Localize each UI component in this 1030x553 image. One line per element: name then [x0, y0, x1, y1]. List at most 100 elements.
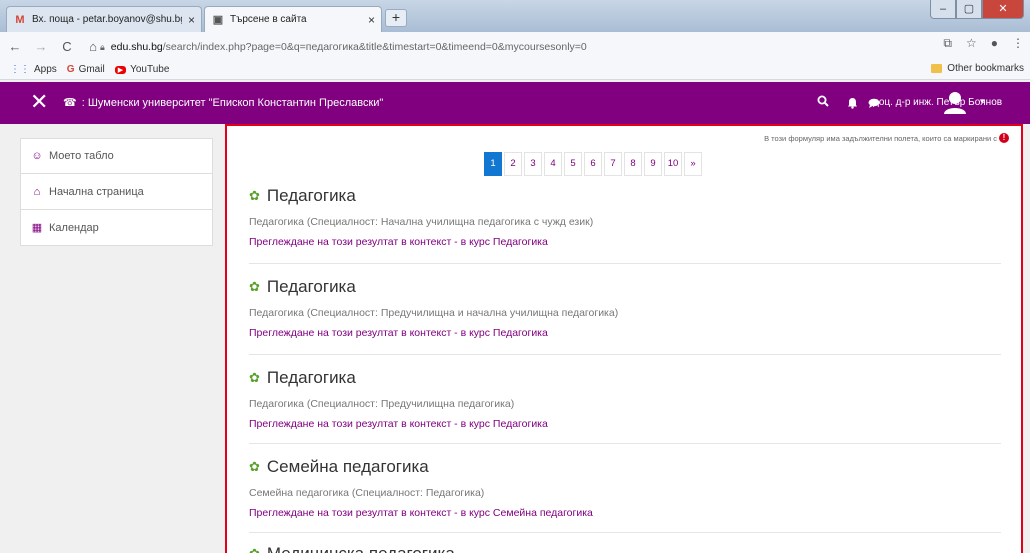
forward-icon[interactable]: → [30, 39, 52, 54]
page-link-6[interactable]: 6 [584, 152, 602, 176]
toolbar-actions: ⧉ ☆ ● ⋮ [943, 36, 1024, 51]
page-link-9[interactable]: 9 [644, 152, 662, 176]
address-bar[interactable]: 🔒︎ edu.shu.bg /search/index.php?page=0&q… [100, 37, 920, 57]
required-fields-notice: В този формуляр има задължителни полета,… [764, 133, 1009, 143]
result-title: Медицинска педагогика [267, 544, 455, 553]
result-context-link[interactable]: Преглеждане на този резултат в контекст … [249, 236, 1001, 248]
university-name: : Шуменски университет "Епископ Констант… [81, 96, 384, 109]
bookmark-apps[interactable]: ⋮⋮ Apps [10, 64, 57, 75]
bookmarks-bar: ⋮⋮ Apps G Gmail ▶ YouTube Other bookmark… [0, 60, 1030, 80]
user-menu-caret-icon[interactable]: ▾ [980, 96, 985, 107]
result-title: Семейна педагогика [266, 457, 429, 476]
profile-icon[interactable]: ● [991, 36, 998, 51]
divider [249, 354, 1001, 355]
notice-text: В този формуляр има задължителни полета,… [764, 133, 997, 143]
course-icon: ✿ [249, 279, 260, 294]
page-link-10[interactable]: 10 [664, 152, 682, 176]
calendar-icon: ▦ [31, 222, 43, 234]
divider [249, 443, 1001, 444]
result-title-link[interactable]: ✿ Семейна педагогика [249, 457, 1001, 477]
page-link-3[interactable]: 3 [524, 152, 542, 176]
result-title-link[interactable]: ✿ Педагогика [249, 368, 1001, 388]
browser-titlebar: M Вх. поща - petar.boyanov@shu.bg × ▣ Тъ… [0, 0, 1030, 32]
page-link-4[interactable]: 4 [544, 152, 562, 176]
tab-title: Търсене в сайта [230, 14, 307, 25]
sidebar-item-home[interactable]: ⌂ Начална страница [20, 174, 213, 210]
bookmark-star-icon[interactable]: ☆ [966, 36, 977, 51]
page-link-2[interactable]: 2 [504, 152, 522, 176]
search-icon[interactable] [817, 95, 829, 107]
result-description: Педагогика (Специалност: Начална училищн… [249, 216, 594, 228]
bookmark-youtube[interactable]: ▶ YouTube [114, 64, 170, 75]
result-title-link[interactable]: ✿ Педагогика [249, 277, 1001, 297]
sidebar-item-calendar[interactable]: ▦ Календар [20, 210, 213, 246]
result-title: Педагогика [266, 277, 356, 296]
bookmark-label: YouTube [130, 64, 170, 75]
sidebar-item-label: Начална страница [49, 185, 144, 198]
result-title-link[interactable]: ✿ Медицинска педагогика [249, 544, 1001, 553]
dashboard-icon: ☺ [31, 150, 43, 162]
close-drawer-icon[interactable]: ✕ [30, 90, 48, 114]
site-navbar: ✕ ☎ : Шуменски университет "Епископ Конс… [0, 82, 1030, 124]
result-description: Семейна педагогика (Специалност: Педагог… [249, 487, 485, 499]
result-context-link[interactable]: Преглеждане на този резултат в контекст … [249, 418, 1001, 430]
phone-icon: ☎ [63, 97, 77, 109]
url-host: edu.shu.bg [110, 41, 163, 53]
minimize-button[interactable]: – [930, 0, 956, 19]
translate-icon[interactable]: ⧉ [943, 36, 952, 51]
page-link-7[interactable]: 7 [604, 152, 622, 176]
bookmark-label: Apps [34, 64, 57, 75]
divider [249, 263, 1001, 264]
sidebar-item-dashboard[interactable]: ☺ Моето табло [20, 138, 213, 174]
result-title-link[interactable]: ✿ Педагогика [249, 186, 1001, 206]
window-controls: – ▢ ✕ [930, 0, 1024, 19]
close-window-button[interactable]: ✕ [982, 0, 1024, 19]
required-icon: ! [999, 133, 1009, 143]
back-icon[interactable]: ← [4, 39, 26, 54]
search-result: ✿ Педагогика Педагогика (Специалност: Пр… [249, 277, 1001, 339]
sidebar: ☺ Моето табло ⌂ Начална страница ▦ Кален… [20, 138, 213, 246]
new-tab-button[interactable]: + [385, 9, 407, 27]
menu-icon[interactable]: ⋮ [1012, 36, 1024, 51]
navbar-icons [817, 92, 880, 109]
sidebar-item-label: Моето табло [49, 150, 114, 162]
search-result: ✿ Медицинска педагогика [249, 544, 1001, 553]
other-bookmarks-label: Other bookmarks [947, 63, 1024, 74]
search-result: ✿ Педагогика Педагогика (Специалност: На… [249, 186, 1001, 248]
divider [249, 532, 1001, 533]
sidebar-item-label: Календар [49, 221, 99, 234]
university-info: ☎ : Шуменски университет "Епископ Конста… [63, 96, 384, 110]
page-next[interactable]: » [684, 152, 702, 176]
url-path: /search/index.php?page=0&q=педагогика&ti… [162, 41, 587, 53]
bookmark-gmail[interactable]: G Gmail [67, 64, 105, 75]
bell-icon[interactable] [847, 97, 858, 109]
lock-icon: 🔒︎ [100, 41, 105, 52]
result-context-link[interactable]: Преглеждане на този резултат в контекст … [249, 507, 1001, 519]
search-result: ✿ Семейна педагогика Семейна педагогика … [249, 457, 1001, 519]
tab-close-icon[interactable]: × [368, 13, 375, 27]
folder-icon [931, 64, 943, 73]
tab-gmail[interactable]: M Вх. поща - petar.boyanov@shu.bg × [6, 6, 202, 32]
bookmark-label: Gmail [78, 64, 105, 75]
tab-search[interactable]: ▣ Търсене в сайта × [204, 6, 382, 32]
tab-close-icon[interactable]: × [188, 13, 195, 27]
avatar[interactable] [943, 90, 967, 114]
search-result: ✿ Педагогика Педагогика (Специалност: Пр… [249, 368, 1001, 430]
other-bookmarks[interactable]: Other bookmarks [931, 63, 1024, 74]
result-title: Педагогика [266, 186, 356, 205]
course-icon: ✿ [249, 370, 260, 385]
screen: M Вх. поща - petar.boyanov@shu.bg × ▣ Тъ… [0, 0, 1030, 553]
youtube-icon: ▶ [114, 65, 127, 74]
google-icon: G [66, 64, 75, 75]
page-icon: ▣ [212, 13, 224, 26]
course-icon: ✿ [249, 188, 260, 203]
maximize-button[interactable]: ▢ [956, 0, 982, 19]
apps-icon: ⋮⋮ [10, 64, 30, 75]
result-context-link[interactable]: Преглеждане на този резултат в контекст … [249, 327, 1001, 339]
home-icon: ⌂ [33, 185, 41, 198]
reload-icon[interactable]: C [56, 39, 78, 54]
page-link-1[interactable]: 1 [484, 152, 502, 176]
page-link-5[interactable]: 5 [564, 152, 582, 176]
result-title: Педагогика [266, 368, 356, 387]
page-link-8[interactable]: 8 [624, 152, 642, 176]
